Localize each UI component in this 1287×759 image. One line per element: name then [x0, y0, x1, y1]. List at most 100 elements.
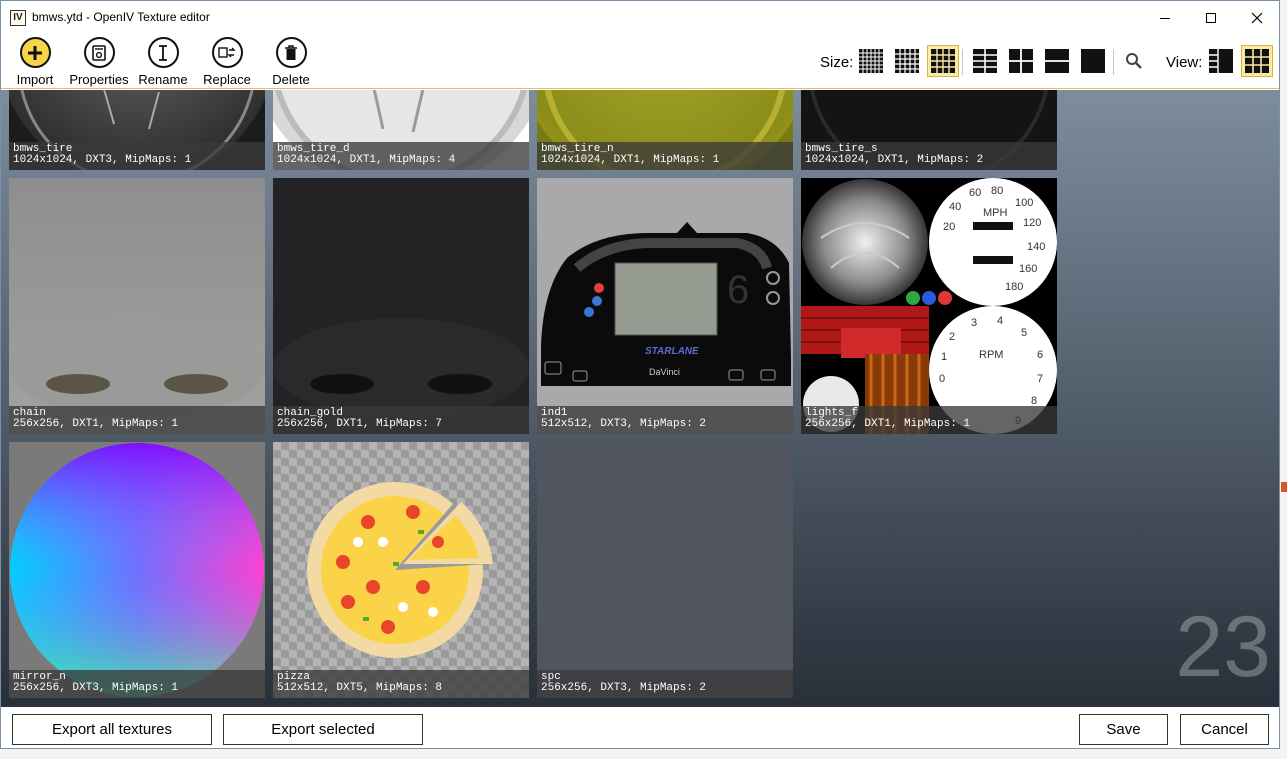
grid-5x5-icon	[895, 49, 919, 73]
rpm-tick: 2	[949, 331, 955, 343]
grid-6x6-icon	[859, 49, 883, 73]
texture-tile-bmws-tire-d[interactable]: bmws_tire_d 1024x1024, DXT1, MipMaps: 4	[273, 90, 529, 170]
grid-2x2-icon	[1009, 49, 1033, 73]
search-icon	[1126, 53, 1142, 69]
size-single-button[interactable]	[1077, 45, 1109, 77]
texture-info: 1024x1024, DXT3, MipMaps: 1	[13, 154, 192, 166]
texture-count: 23	[1175, 599, 1271, 695]
size-large-grid-button[interactable]	[1005, 45, 1037, 77]
properties-label: Properties	[69, 72, 129, 87]
texture-info: 512x512, DXT5, MipMaps: 8	[277, 682, 443, 694]
texture-caption: lights_f 256x256, DXT1, MipMaps: 1	[801, 406, 1057, 434]
gear-digit: 6	[727, 268, 749, 312]
square-icon	[1081, 49, 1105, 73]
maximize-button[interactable]	[1188, 1, 1234, 35]
texture-tile-lights-f[interactable]: MPH 20 40 60 80 100 120 140 160 180 RPM …	[801, 178, 1057, 434]
rpm-tick: 6	[1037, 349, 1043, 361]
properties-icon	[83, 37, 115, 68]
texture-info: 256x256, DXT1, MipMaps: 7	[277, 418, 443, 430]
texture-thumbnail	[9, 442, 265, 698]
texture-info: 256x256, DXT1, MipMaps: 1	[13, 418, 179, 430]
background-window-edge	[1279, 0, 1287, 759]
dash-model: DaVinci	[649, 367, 680, 377]
texture-thumbnail	[537, 442, 793, 698]
minimize-icon	[1160, 17, 1170, 19]
texture-thumbnail: 6 STARLANE DaVinci	[537, 178, 793, 434]
texture-thumbnail	[273, 442, 529, 698]
texture-info: 1024x1024, DXT1, MipMaps: 4	[277, 154, 456, 166]
texture-tile-mirror-n[interactable]: mirror_n 256x256, DXT3, MipMaps: 1	[9, 442, 265, 698]
size-medium-grid-button[interactable]	[927, 45, 959, 77]
search-button[interactable]	[1118, 45, 1150, 77]
delete-button[interactable]: Delete	[271, 37, 311, 89]
toolbar-separator	[962, 49, 963, 75]
texture-info: 256x256, DXT3, MipMaps: 1	[13, 682, 179, 694]
texture-caption: bmws_tire_n 1024x1024, DXT1, MipMaps: 1	[537, 142, 793, 170]
import-button[interactable]: Import	[13, 37, 57, 89]
export-all-button[interactable]: Export all textures	[12, 714, 212, 745]
view-details-icon	[1209, 49, 1233, 73]
size-small-grid-button[interactable]	[891, 45, 923, 77]
texture-tile-pizza[interactable]: pizza 512x512, DXT5, MipMaps: 8	[273, 442, 529, 698]
texture-caption: chain 256x256, DXT1, MipMaps: 1	[9, 406, 265, 434]
maximize-icon	[1206, 13, 1216, 23]
export-selected-button[interactable]: Export selected	[223, 714, 423, 745]
rpm-tick: 3	[971, 317, 977, 329]
view-label: View:	[1166, 54, 1203, 71]
texture-tile-bmws-tire-s[interactable]: bmws_tire_s 1024x1024, DXT1, MipMaps: 2	[801, 90, 1057, 170]
grid-4x4-icon	[931, 49, 955, 73]
texture-info: 1024x1024, DXT1, MipMaps: 2	[805, 154, 984, 166]
mph-tick: 120	[1023, 217, 1041, 229]
dash-brand: STARLANE	[645, 346, 699, 357]
trash-icon	[275, 37, 307, 68]
texture-tile-ind1[interactable]: 6 STARLANE DaVinci ind1 512x512, DXT3, Mi…	[537, 178, 793, 434]
rename-button[interactable]: Rename	[138, 37, 188, 89]
cancel-button[interactable]: Cancel	[1180, 714, 1269, 745]
close-button[interactable]	[1234, 1, 1279, 35]
background-taskbar-strip	[0, 748, 1287, 759]
import-label: Import	[16, 72, 54, 87]
texture-caption: bmws_tire 1024x1024, DXT3, MipMaps: 1	[9, 142, 265, 170]
rename-cursor-icon	[147, 37, 179, 68]
texture-caption: bmws_tire_d 1024x1024, DXT1, MipMaps: 4	[273, 142, 529, 170]
rpm-tick: 1	[941, 351, 947, 363]
view-grid-icon	[1245, 49, 1269, 73]
mph-tick: 60	[969, 187, 981, 199]
minimize-button[interactable]	[1142, 1, 1188, 35]
view-grid-button[interactable]	[1241, 45, 1273, 77]
texture-caption: bmws_tire_s 1024x1024, DXT1, MipMaps: 2	[801, 142, 1057, 170]
size-label: Size:	[820, 54, 854, 71]
properties-button[interactable]: Properties	[67, 37, 131, 89]
plus-icon	[19, 37, 51, 68]
save-button[interactable]: Save	[1079, 714, 1168, 745]
openiv-app-icon: IV	[10, 10, 26, 26]
rpm-tick: 4	[997, 315, 1003, 327]
rpm-tick: 7	[1037, 373, 1043, 385]
texture-tile-bmws-tire[interactable]: bmws_tire 1024x1024, DXT3, MipMaps: 1	[9, 90, 265, 170]
grid-2x4-icon	[973, 49, 997, 73]
size-tiny-grid-button[interactable]	[855, 45, 887, 77]
size-wide-button[interactable]	[1041, 45, 1073, 77]
mph-tick: 80	[991, 185, 1003, 197]
texture-tile-spc[interactable]: spc 256x256, DXT3, MipMaps: 2	[537, 442, 793, 698]
replace-label: Replace	[203, 72, 251, 87]
texture-tile-chain[interactable]: chain 256x256, DXT1, MipMaps: 1	[9, 178, 265, 434]
rpm-tick: 5	[1021, 327, 1027, 339]
mph-tick: 140	[1027, 241, 1045, 253]
close-icon	[1251, 12, 1263, 24]
mph-tick: 20	[943, 221, 955, 233]
view-list-button[interactable]	[1205, 45, 1237, 77]
grid-1x2-icon	[1045, 49, 1069, 73]
size-list-button[interactable]	[969, 45, 1001, 77]
texture-thumbnail: MPH 20 40 60 80 100 120 140 160 180 RPM …	[801, 178, 1057, 434]
toolbar: Import Properties Rename Replace Delete	[1, 35, 1279, 89]
mph-tick: 180	[1005, 281, 1023, 293]
mph-tick: 100	[1015, 197, 1033, 209]
texture-info: 512x512, DXT3, MipMaps: 2	[541, 418, 707, 430]
texture-editor-window: IV bmws.ytd - OpenIV Texture editor Impo…	[0, 0, 1280, 749]
window-title: bmws.ytd - OpenIV Texture editor	[32, 10, 210, 24]
background-marker	[1281, 482, 1287, 492]
texture-tile-chain-gold[interactable]: chain_gold 256x256, DXT1, MipMaps: 7	[273, 178, 529, 434]
replace-button[interactable]: Replace	[203, 37, 251, 89]
texture-tile-bmws-tire-n[interactable]: bmws_tire_n 1024x1024, DXT1, MipMaps: 1	[537, 90, 793, 170]
